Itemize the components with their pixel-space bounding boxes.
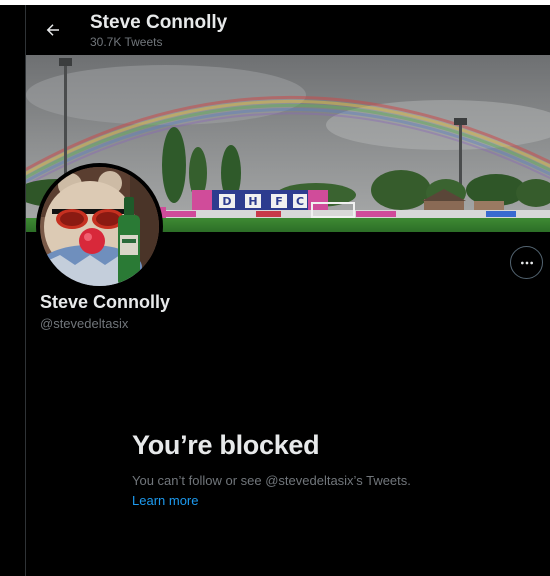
stand-letter: F: [275, 195, 283, 208]
profile-display-name: Steve Connolly: [40, 292, 171, 312]
ellipsis-icon: [520, 261, 533, 264]
blocked-title: You’re blocked: [132, 430, 320, 460]
blocked-message: You’re blocked You can’t follow or see @…: [132, 430, 542, 510]
header-display-name: Steve Connolly: [90, 12, 228, 33]
blocked-description: You can’t follow or see @stevedeltasix’s…: [132, 473, 411, 488]
arrow-left-icon: [46, 24, 59, 36]
stand-letter: D: [222, 195, 231, 208]
header-tweet-count: 30.7K Tweets: [90, 35, 163, 49]
stand-letter: H: [248, 195, 257, 208]
avatar-image: [40, 167, 159, 286]
left-navigation-rail: [0, 5, 26, 576]
profile-column: Steve Connolly 30.7K Tweets D H F C Stev…: [26, 5, 550, 576]
back-button[interactable]: [38, 15, 68, 45]
stand-letter: C: [296, 195, 304, 208]
profile-handle: @stevedeltasix: [40, 316, 129, 331]
more-options-button[interactable]: [510, 246, 543, 279]
profile-avatar[interactable]: [36, 163, 163, 290]
learn-more-link[interactable]: Learn more: [132, 493, 198, 508]
profile-header: Steve Connolly 30.7K Tweets: [26, 5, 550, 55]
